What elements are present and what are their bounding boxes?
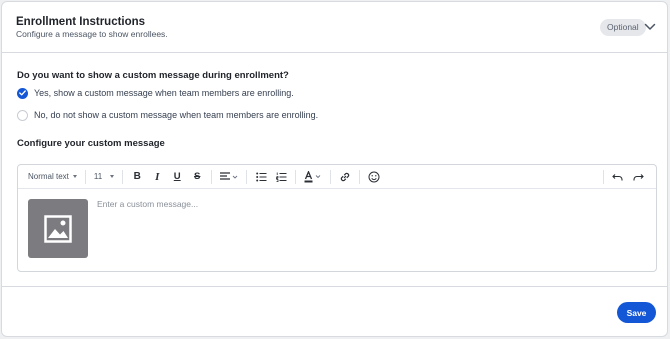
radio-option-no-label: No, do not show a custom message when te… (34, 110, 319, 120)
image-icon[interactable] (28, 199, 88, 258)
chevron-down-icon[interactable] (643, 20, 657, 34)
strikethrough-icon[interactable]: S (187, 167, 207, 187)
custom-message-input[interactable]: Enter a custom message... (97, 199, 637, 213)
toolbar-divider (295, 169, 297, 184)
redo-icon[interactable] (628, 167, 648, 187)
bold-icon[interactable]: B (127, 167, 147, 187)
toolbar-divider (246, 169, 248, 184)
toolbar-divider (359, 169, 361, 184)
numbered-list-icon[interactable] (271, 167, 291, 187)
save-button[interactable]: Save (617, 302, 656, 323)
toolbar-divider (330, 169, 332, 184)
text-color-icon[interactable] (300, 167, 326, 187)
font-size-select[interactable]: 11 (90, 165, 118, 189)
caret-down-icon (72, 175, 77, 178)
custom-message-question: Do you want to show a custom message dur… (17, 70, 289, 81)
undo-icon[interactable] (608, 167, 628, 187)
italic-icon[interactable]: I (147, 167, 167, 187)
card-subtitle: Configure a message to show enrollees. (16, 29, 168, 39)
align-icon[interactable] (216, 167, 242, 187)
footer-divider (2, 286, 667, 287)
enrollment-instructions-card: Enrollment Instructions Configure a mess… (1, 1, 668, 337)
toolbar-divider (603, 169, 604, 184)
radio-unchecked-icon[interactable] (17, 109, 28, 121)
caret-down-icon (110, 175, 115, 178)
radio-option-no[interactable]: No, do not show a custom message when te… (17, 109, 318, 121)
radio-option-yes[interactable]: Yes, show a custom message when team mem… (17, 87, 294, 99)
optional-badge: Optional (600, 19, 646, 36)
text-style-value: Normal text (28, 172, 69, 181)
custom-message-section-label: Configure your custom message (17, 138, 165, 149)
bulleted-list-icon[interactable] (251, 167, 271, 187)
rich-text-editor: Normal text 11 B I U S Enter a custom me… (17, 164, 657, 272)
editor-toolbar: Normal text 11 B I U S (18, 165, 656, 189)
toolbar-divider (84, 169, 86, 184)
card-title: Enrollment Instructions (16, 16, 146, 28)
link-icon[interactable] (335, 167, 355, 187)
radio-option-yes-label: Yes, show a custom message when team mem… (34, 88, 294, 98)
card-header[interactable]: Enrollment Instructions Configure a mess… (2, 2, 667, 53)
emoji-icon[interactable] (364, 167, 384, 187)
text-style-select[interactable]: Normal text (24, 165, 81, 189)
radio-checked-icon[interactable] (17, 87, 28, 99)
underline-icon[interactable]: U (167, 167, 187, 187)
font-size-value: 11 (93, 172, 103, 181)
toolbar-divider (211, 169, 213, 184)
toolbar-divider (122, 169, 124, 184)
